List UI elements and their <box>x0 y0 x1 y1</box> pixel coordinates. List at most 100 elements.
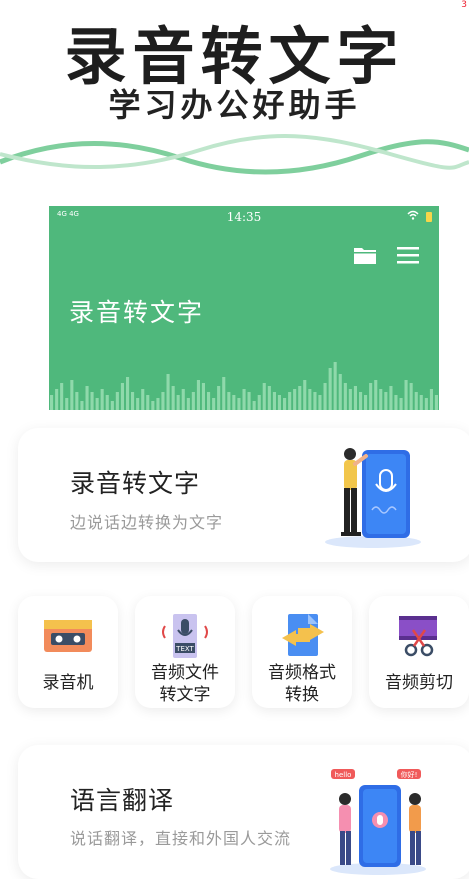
bubble-hello: hello <box>335 771 352 779</box>
app-preview-screen: 4G 4G 14:35 录音转文字 <box>49 206 439 410</box>
translate-title: 语言翻译 <box>70 786 175 815</box>
waveform-bar <box>120 383 124 410</box>
waveform-bar <box>288 392 292 410</box>
waveform-bar <box>323 383 327 410</box>
waveform-bar <box>257 395 261 410</box>
waveform-bar <box>338 374 342 410</box>
waveform-bar <box>196 380 200 410</box>
waveform-bar <box>90 392 94 410</box>
waveform-bar <box>242 389 246 410</box>
audio-text-icon: TEXT <box>135 610 235 660</box>
waveform-bar <box>176 395 180 410</box>
wifi-icon <box>407 210 419 223</box>
waveform-bar <box>227 392 231 410</box>
tool-recorder[interactable]: 录音机 <box>18 596 118 708</box>
waveform-bar <box>308 389 312 410</box>
waveform-bar <box>171 386 175 410</box>
record-to-text-subtitle: 边说话边转换为文字 <box>70 513 224 532</box>
waveform-bar <box>55 389 59 410</box>
tool-audio-format-convert[interactable]: 音频格式 转换 <box>252 596 352 708</box>
waveform-bar <box>85 386 89 410</box>
tool-audio-to-text-label: 音频文件 转文字 <box>151 663 219 705</box>
waveform-bar <box>70 380 74 410</box>
waveform-bar <box>75 392 79 410</box>
waveform-bar <box>201 383 205 410</box>
waveform-bar <box>277 395 281 410</box>
waveform-bar <box>126 377 130 410</box>
status-bar: 4G 4G 14:35 <box>49 206 439 228</box>
waveform-bar <box>389 386 393 410</box>
waveform-bar <box>429 389 433 410</box>
waveform-bar <box>359 392 363 410</box>
film-cut-icon <box>369 610 469 660</box>
waveform-bar <box>419 395 423 410</box>
waveform-bar <box>80 401 84 410</box>
menu-icon[interactable] <box>397 246 419 264</box>
tool-recorder-label: 录音机 <box>42 673 94 693</box>
waveform-bar <box>95 398 99 410</box>
waveform-bar <box>353 386 357 410</box>
waveform-bar <box>303 380 307 410</box>
svg-text:TEXT: TEXT <box>175 645 194 653</box>
tool-audio-format-convert-label: 音频格式 转换 <box>268 663 336 705</box>
audio-waveform <box>50 362 438 410</box>
bubble-nihao: 你好! <box>401 770 418 779</box>
waveform-bar <box>404 380 408 410</box>
waveform-bar <box>267 386 271 410</box>
waveform-bar <box>283 398 287 410</box>
format-convert-icon <box>252 610 352 660</box>
waveform-bar <box>217 386 221 410</box>
folder-icon[interactable] <box>353 245 377 265</box>
record-to-text-card[interactable]: 录音转文字 边说话边转换为文字 <box>18 428 469 562</box>
waveform-bar <box>252 401 256 410</box>
waveform-bar <box>247 392 251 410</box>
waveform-bar <box>394 395 398 410</box>
waveform-bar <box>399 398 403 410</box>
tool-audio-cut-label: 音频剪切 <box>385 673 453 693</box>
decorative-wave <box>0 134 469 175</box>
waveform-bar <box>115 392 119 410</box>
waveform-bar <box>333 362 337 410</box>
waveform-bar <box>272 392 276 410</box>
waveform-bar <box>343 383 347 410</box>
waveform-bar <box>379 389 383 410</box>
waveform-bar <box>105 395 109 410</box>
waveform-bar <box>414 392 418 410</box>
battery-icon <box>426 212 432 222</box>
waveform-bar <box>424 398 428 410</box>
waveform-bar <box>409 383 413 410</box>
preview-title: 录音转文字 <box>69 298 205 327</box>
status-time: 14:35 <box>226 210 262 224</box>
tool-audio-to-text[interactable]: TEXT 音频文件 转文字 <box>135 596 235 708</box>
waveform-bar <box>191 392 195 410</box>
waveform-bar <box>232 395 236 410</box>
waveform-bar <box>65 398 69 410</box>
waveform-bar <box>262 383 266 410</box>
waveform-bar <box>222 377 226 410</box>
waveform-bar <box>186 398 190 410</box>
waveform-bar <box>313 392 317 410</box>
corner-mark: 3 <box>461 0 467 10</box>
waveform-bar <box>60 383 64 410</box>
tool-audio-cut[interactable]: 音频剪切 <box>369 596 469 708</box>
waveform-bar <box>384 392 388 410</box>
waveform-bar <box>207 392 211 410</box>
waveform-bar <box>136 398 140 410</box>
waveform-bar <box>434 395 438 410</box>
waveform-bar <box>328 368 332 410</box>
waveform-bar <box>374 380 378 410</box>
waveform-bar <box>166 374 170 410</box>
waveform-bar <box>212 398 216 410</box>
translate-subtitle: 说话翻译，直接和外国人交流 <box>70 829 292 848</box>
waveform-bar <box>131 392 135 410</box>
waveform-bar <box>181 389 185 410</box>
waveform-bar <box>151 401 155 410</box>
waveform-bar <box>141 389 145 410</box>
waveform-bar <box>161 392 165 410</box>
waveform-bar <box>364 395 368 410</box>
hero-subtitle: 学习办公好助手 <box>108 86 361 124</box>
waveform-bar <box>50 395 54 410</box>
waveform-bar <box>110 401 114 410</box>
waveform-bar <box>369 383 373 410</box>
record-to-text-title: 录音转文字 <box>70 469 201 498</box>
